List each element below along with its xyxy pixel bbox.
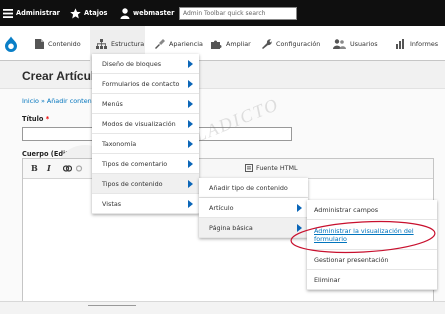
- source-html-button[interactable]: Fuente HTML: [245, 164, 298, 172]
- user-menu-button[interactable]: webmaster: [120, 0, 174, 26]
- tray-item-label: Informes: [410, 39, 439, 48]
- tray-item-label: Configuración: [276, 39, 321, 48]
- admin-toolbar: Administrar Atajos webmaster Admin Toolb…: [0, 0, 445, 26]
- editor-toolbar: B I Fuente HTML: [23, 159, 433, 179]
- tray-item-label: Apariencia: [169, 39, 203, 48]
- menu-item-content-types[interactable]: Tipos de contenido: [92, 174, 199, 194]
- menu-item-contact-forms[interactable]: Formularios de contacto: [92, 74, 199, 94]
- link-icon[interactable]: [63, 165, 72, 172]
- tray-item-label: Usuarios: [350, 39, 378, 48]
- menu-item-label: Página básica: [209, 223, 253, 232]
- source-icon: [245, 164, 253, 172]
- menu-item-block-layout[interactable]: Diseño de bloques: [92, 54, 199, 74]
- title-band: Crear Artícul: [0, 61, 445, 89]
- user-icon: [120, 7, 130, 19]
- breadcrumb[interactable]: Inicio » Añadir conten: [22, 97, 92, 105]
- menu-item-view-modes[interactable]: Modos de visualización: [92, 114, 199, 134]
- chevron-right-icon: [188, 120, 193, 128]
- wrench-icon: [262, 38, 272, 49]
- star-icon: [70, 7, 81, 18]
- menu-item-label: Eliminar: [314, 275, 341, 284]
- chevron-right-icon: [188, 160, 193, 168]
- menu-item-manage-fields[interactable]: Administrar campos: [307, 200, 437, 220]
- shortcuts-button[interactable]: Atajos: [70, 0, 107, 26]
- chevron-right-icon: [188, 140, 193, 148]
- title-label-text: Título: [22, 115, 44, 123]
- title-field-label: Título *: [22, 115, 49, 123]
- menu-item-views[interactable]: Vistas: [92, 194, 199, 214]
- status-divider: [88, 305, 136, 306]
- tray-item-label: Estructura: [111, 39, 145, 48]
- structure-icon: [96, 38, 107, 49]
- menu-item-article[interactable]: Artículo: [199, 198, 308, 218]
- menu-item-label: Tipos de contenido: [102, 179, 163, 188]
- quick-search-input[interactable]: Admin Toolbar quick search: [179, 7, 297, 20]
- source-label: Fuente HTML: [256, 164, 298, 172]
- tray-item-configuracion[interactable]: Configuración: [261, 26, 320, 61]
- chevron-right-icon: [297, 204, 302, 212]
- menu-item-menus[interactable]: Menús: [92, 94, 199, 114]
- highlight-ellipse: [290, 220, 436, 254]
- menu-item-label: Gestionar presentación: [314, 255, 389, 264]
- unlink-icon[interactable]: [76, 165, 85, 172]
- menu-item-label: Vistas: [102, 199, 122, 208]
- editor-status-bar: [0, 301, 445, 314]
- menu-item-label: Menús: [102, 99, 123, 108]
- menu-item-label: Administrar campos: [314, 205, 379, 214]
- puzzle-icon: [211, 40, 222, 49]
- required-marker: *: [45, 115, 50, 123]
- bold-button[interactable]: B: [31, 163, 38, 173]
- tray-item-usuarios[interactable]: Usuarios: [333, 26, 378, 61]
- menu-item-label: Añadir tipo de contenido: [209, 183, 288, 192]
- admin-tray: Contenido Estructura Apariencia Ampliar …: [0, 26, 445, 61]
- tray-item-informes[interactable]: Informes: [396, 26, 438, 61]
- menu-item-comment-types[interactable]: Tipos de comentario: [92, 154, 199, 174]
- tray-item-ampliar[interactable]: Ampliar: [211, 26, 251, 61]
- chevron-right-icon: [188, 200, 193, 208]
- tray-item-label: Contenido: [48, 39, 81, 48]
- structure-menu: Diseño de bloques Formularios de contact…: [92, 54, 199, 214]
- admin-label: Administrar: [16, 9, 60, 17]
- brush-icon: [155, 38, 165, 49]
- chevron-right-icon: [188, 100, 193, 108]
- chevron-right-icon: [188, 60, 193, 68]
- drupal-drop-icon: [5, 36, 17, 52]
- menu-item-label: Tipos de comentario: [102, 159, 168, 168]
- chevron-right-icon: [188, 180, 193, 188]
- menu-item-label: Formularios de contacto: [102, 79, 180, 88]
- menu-item-taxonomy[interactable]: Taxonomía: [92, 134, 199, 154]
- menu-item-delete[interactable]: Eliminar: [307, 270, 437, 290]
- shortcuts-label: Atajos: [84, 9, 108, 17]
- page-title: Crear Artícul: [22, 69, 95, 83]
- bar-chart-icon: [396, 38, 404, 49]
- chevron-right-icon: [188, 80, 193, 88]
- tray-item-contenido[interactable]: Contenido: [35, 26, 81, 61]
- italic-button[interactable]: I: [47, 163, 51, 173]
- people-icon: [333, 38, 346, 49]
- menu-item-add-content-type[interactable]: Añadir tipo de contenido: [199, 178, 308, 198]
- menu-item-label: Modos de visualización: [102, 119, 176, 128]
- document-icon: [35, 38, 44, 49]
- drupal-logo[interactable]: [0, 26, 26, 61]
- user-label: webmaster: [133, 9, 175, 17]
- menu-item-label: Taxonomía: [102, 139, 137, 148]
- content-types-menu: Añadir tipo de contenido: [199, 178, 308, 198]
- admin-menu-button[interactable]: Administrar: [3, 0, 60, 26]
- hamburger-icon: [3, 8, 13, 18]
- menu-item-label: Artículo: [209, 203, 234, 212]
- menu-item-label: Diseño de bloques: [102, 59, 162, 68]
- tray-item-label: Ampliar: [226, 39, 251, 48]
